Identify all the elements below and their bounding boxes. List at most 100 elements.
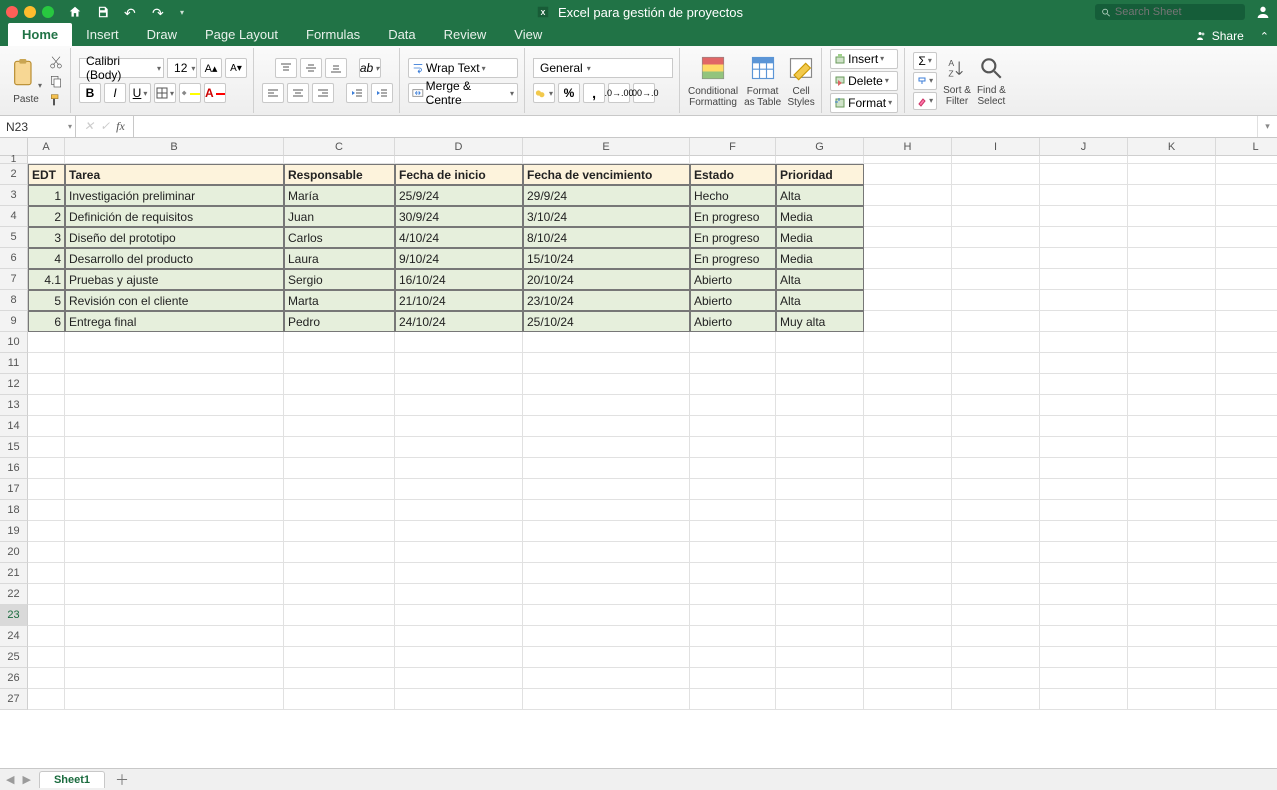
cell[interactable]	[776, 689, 864, 710]
row-header-23[interactable]: 23	[0, 605, 28, 626]
cell[interactable]	[690, 584, 776, 605]
cell[interactable]	[776, 668, 864, 689]
cell[interactable]	[952, 206, 1040, 227]
row-header-14[interactable]: 14	[0, 416, 28, 437]
cell[interactable]	[28, 437, 65, 458]
cell[interactable]	[523, 647, 690, 668]
cell[interactable]	[28, 689, 65, 710]
close-window-button[interactable]	[6, 6, 18, 18]
cell[interactable]: 8/10/24	[523, 227, 690, 248]
cell[interactable]	[952, 156, 1040, 164]
add-sheet-button[interactable]: ＋	[113, 771, 131, 789]
cell[interactable]: 2	[28, 206, 65, 227]
cell[interactable]	[28, 416, 65, 437]
cell[interactable]	[523, 395, 690, 416]
enter-formula-button[interactable]: ✓	[100, 119, 110, 134]
cell[interactable]	[952, 542, 1040, 563]
cell[interactable]	[690, 332, 776, 353]
cell[interactable]: Juan	[284, 206, 395, 227]
row-header-3[interactable]: 3	[0, 185, 28, 206]
column-header-C[interactable]: C	[284, 138, 395, 156]
cell[interactable]	[952, 395, 1040, 416]
cell[interactable]	[523, 156, 690, 164]
cell[interactable]: Muy alta	[776, 311, 864, 332]
cell[interactable]	[395, 479, 523, 500]
cell[interactable]	[1128, 479, 1216, 500]
cell[interactable]: 3	[28, 227, 65, 248]
merge-centre-button[interactable]: Merge & Centre▾	[408, 83, 518, 103]
cell[interactable]	[28, 458, 65, 479]
cell[interactable]	[690, 563, 776, 584]
cell[interactable]	[864, 458, 952, 479]
row-header-21[interactable]: 21	[0, 563, 28, 584]
cell[interactable]	[776, 437, 864, 458]
cell[interactable]	[690, 647, 776, 668]
row-header-20[interactable]: 20	[0, 542, 28, 563]
cell[interactable]	[395, 563, 523, 584]
cell[interactable]	[395, 353, 523, 374]
cell[interactable]: Investigación preliminar	[65, 185, 284, 206]
cell[interactable]	[1040, 269, 1128, 290]
cell[interactable]	[395, 605, 523, 626]
row-header-19[interactable]: 19	[0, 521, 28, 542]
row-header-2[interactable]: 2	[0, 164, 28, 185]
cell[interactable]	[776, 563, 864, 584]
underline-button[interactable]: U▾	[129, 83, 151, 103]
cell[interactable]	[28, 395, 65, 416]
cell[interactable]	[1040, 584, 1128, 605]
cell[interactable]	[1040, 605, 1128, 626]
cell[interactable]	[1040, 353, 1128, 374]
cell[interactable]	[1040, 626, 1128, 647]
user-icon[interactable]	[1255, 4, 1271, 20]
cell[interactable]	[523, 479, 690, 500]
cell[interactable]	[28, 668, 65, 689]
column-header-G[interactable]: G	[776, 138, 864, 156]
row-header-12[interactable]: 12	[0, 374, 28, 395]
cell[interactable]	[690, 605, 776, 626]
cell[interactable]	[523, 521, 690, 542]
conditional-formatting-button[interactable]: Conditional Formatting	[688, 54, 738, 108]
font-name-combo[interactable]: Calibri (Body)▾	[79, 58, 164, 78]
cell[interactable]	[690, 626, 776, 647]
cell[interactable]: Hecho	[690, 185, 776, 206]
cell[interactable]	[395, 689, 523, 710]
cell[interactable]: María	[284, 185, 395, 206]
cell[interactable]	[864, 290, 952, 311]
column-header-J[interactable]: J	[1040, 138, 1128, 156]
cell[interactable]: Alta	[776, 290, 864, 311]
column-header-D[interactable]: D	[395, 138, 523, 156]
cell[interactable]	[284, 521, 395, 542]
redo-icon[interactable]: ↷	[152, 5, 166, 19]
cell[interactable]	[1128, 164, 1216, 185]
row-header-11[interactable]: 11	[0, 353, 28, 374]
cell[interactable]	[1128, 605, 1216, 626]
row-header-6[interactable]: 6	[0, 248, 28, 269]
cell[interactable]	[1128, 185, 1216, 206]
cell[interactable]	[952, 248, 1040, 269]
cell[interactable]	[864, 479, 952, 500]
cell[interactable]	[284, 395, 395, 416]
font-color-button[interactable]: A	[204, 83, 226, 103]
cell[interactable]	[1128, 626, 1216, 647]
zoom-window-button[interactable]	[42, 6, 54, 18]
cell[interactable]: Prioridad	[776, 164, 864, 185]
cell[interactable]: Fecha de inicio	[395, 164, 523, 185]
row-header-22[interactable]: 22	[0, 584, 28, 605]
cell[interactable]: 4/10/24	[395, 227, 523, 248]
cell[interactable]: Abierto	[690, 290, 776, 311]
row-header-4[interactable]: 4	[0, 206, 28, 227]
cell[interactable]: 9/10/24	[395, 248, 523, 269]
cell[interactable]	[864, 395, 952, 416]
row-header-16[interactable]: 16	[0, 458, 28, 479]
cell[interactable]	[65, 668, 284, 689]
paste-icon[interactable]	[10, 56, 38, 90]
sheet-nav-next[interactable]: ▶	[22, 773, 30, 786]
cell[interactable]: En progreso	[690, 248, 776, 269]
cell[interactable]	[65, 353, 284, 374]
cell[interactable]	[1040, 248, 1128, 269]
bold-button[interactable]: B	[79, 83, 101, 103]
cell[interactable]	[1216, 269, 1277, 290]
row-header-7[interactable]: 7	[0, 269, 28, 290]
cell[interactable]	[65, 521, 284, 542]
cell[interactable]	[65, 156, 284, 164]
